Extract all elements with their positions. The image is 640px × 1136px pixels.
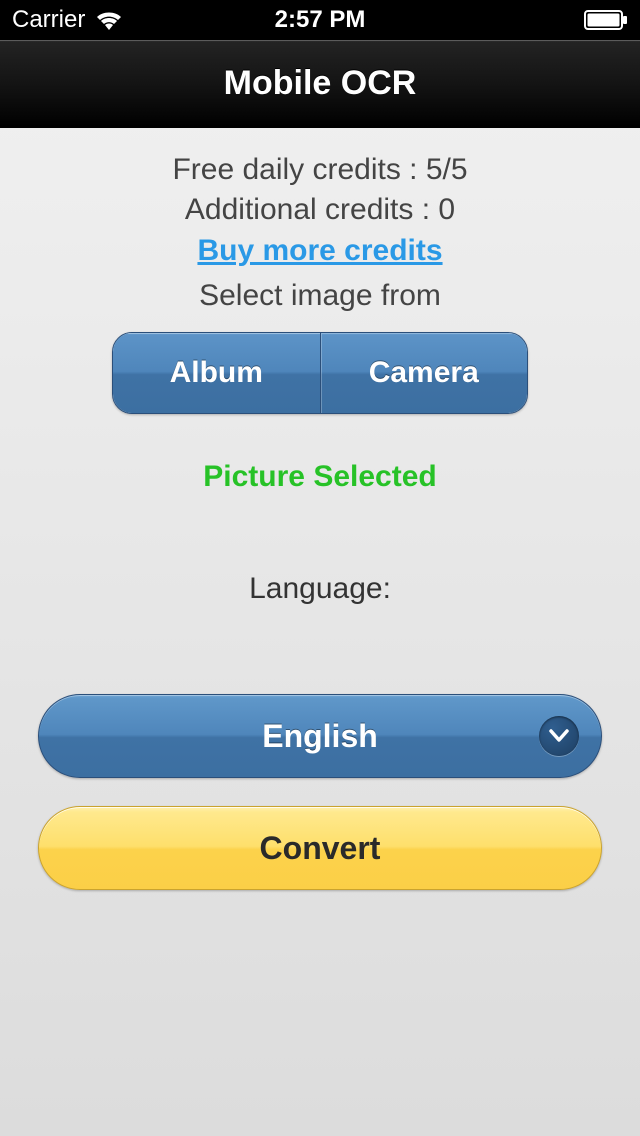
picture-status-label: Picture Selected bbox=[0, 460, 640, 494]
camera-button-label: Camera bbox=[369, 356, 479, 390]
album-button-label: Album bbox=[170, 356, 263, 390]
battery-icon bbox=[584, 10, 628, 30]
page-title: Mobile OCR bbox=[224, 64, 417, 103]
wifi-icon bbox=[95, 10, 123, 31]
main-content: Free daily credits : 5/5 Additional cred… bbox=[0, 128, 640, 890]
carrier-label: Carrier bbox=[12, 6, 85, 34]
image-source-segmented: Album Camera bbox=[112, 332, 528, 414]
chevron-down-icon bbox=[539, 716, 579, 756]
nav-bar: Mobile OCR bbox=[0, 40, 640, 128]
language-label: Language: bbox=[0, 572, 640, 606]
language-dropdown[interactable]: English bbox=[38, 694, 602, 778]
status-bar: Carrier 2:57 PM bbox=[0, 0, 640, 40]
convert-button-label: Convert bbox=[260, 830, 381, 867]
select-image-label: Select image from bbox=[0, 274, 640, 318]
camera-button[interactable]: Camera bbox=[321, 333, 528, 413]
language-selected-label: English bbox=[262, 718, 378, 755]
additional-credits-label: Additional credits : 0 bbox=[0, 190, 640, 230]
convert-button[interactable]: Convert bbox=[38, 806, 602, 890]
album-button[interactable]: Album bbox=[113, 333, 321, 413]
buy-credits-link[interactable]: Buy more credits bbox=[197, 230, 442, 272]
free-credits-label: Free daily credits : 5/5 bbox=[0, 150, 640, 190]
